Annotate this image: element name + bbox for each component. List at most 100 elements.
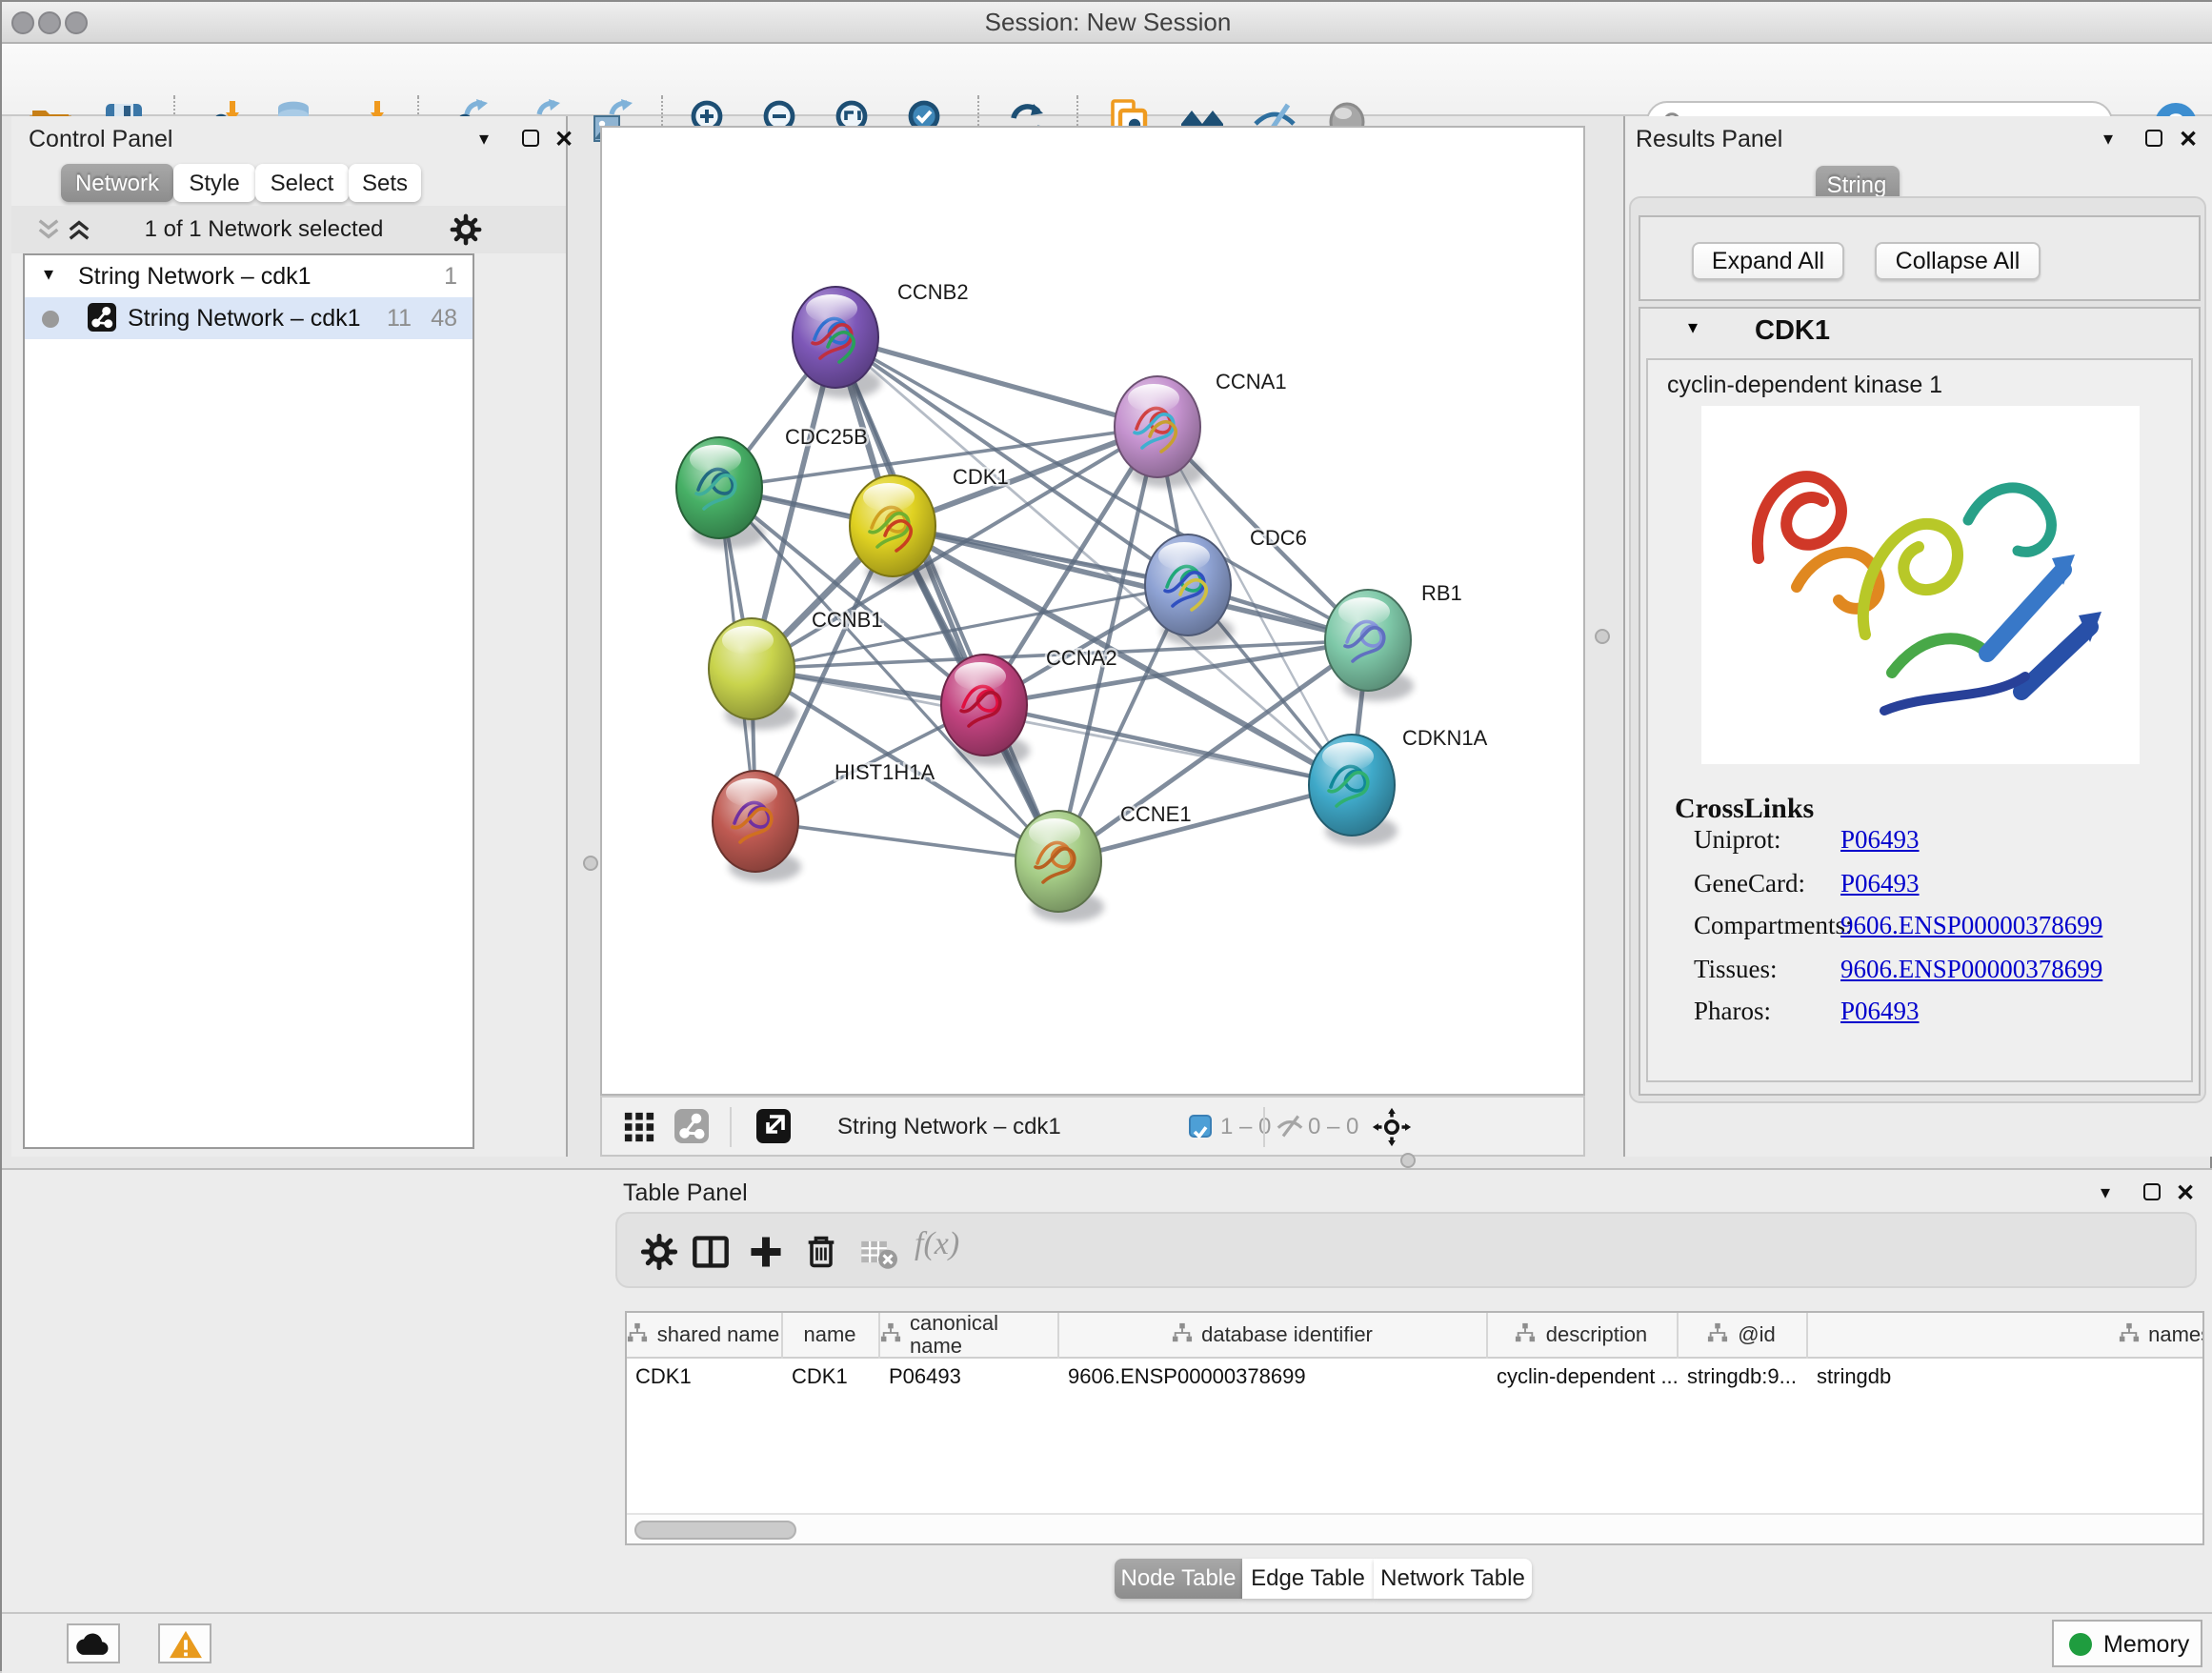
main-toolbar: ? [2, 44, 2212, 116]
table-cell[interactable]: 9606.ENSP00000378699 [1058, 1358, 1487, 1398]
panel-close-icon[interactable]: ✕ [2175, 126, 2202, 152]
column-header-canonical-name[interactable]: canonical name [879, 1312, 1058, 1358]
delete-column-icon[interactable] [802, 1232, 840, 1270]
table-options-gear-icon[interactable] [640, 1232, 678, 1270]
tree-expander-icon[interactable]: ▾ [44, 255, 53, 297]
crosslink-link[interactable]: P06493 [1840, 825, 1920, 854]
tab-edge-table[interactable]: Edge Table [1242, 1558, 1374, 1598]
panel-float-icon[interactable] [516, 128, 543, 154]
show-columns-icon[interactable] [692, 1232, 730, 1270]
node-CDK1[interactable]: CDK1 [849, 465, 1008, 587]
column-label: canonical name [910, 1312, 1056, 1358]
card-expander-icon[interactable]: ▾ [1688, 318, 1698, 339]
network-type-icon [88, 303, 116, 332]
edges-layer [718, 337, 1367, 861]
tab-style[interactable]: Style [173, 164, 255, 202]
cloud-button[interactable] [67, 1623, 120, 1663]
crosslink-link[interactable]: 9606.ENSP00000378699 [1840, 911, 2102, 939]
panel-close-icon[interactable]: ✕ [551, 126, 577, 152]
crosslink-link[interactable]: P06493 [1840, 997, 1920, 1025]
network-row[interactable]: String Network – cdk1 11 48 [25, 297, 473, 339]
open-in-window-icon[interactable] [755, 1109, 790, 1143]
crosslink-link[interactable]: 9606.ENSP00000378699 [1840, 954, 2102, 982]
edge[interactable] [835, 337, 1156, 427]
warnings-button[interactable] [158, 1623, 211, 1663]
table-cell[interactable]: CDK1 [782, 1358, 879, 1398]
crosslink-value: 9606.ENSP00000378699 [1840, 911, 2102, 941]
tab-network[interactable]: Network [61, 164, 173, 202]
table-cell[interactable]: cyclin-dependent ... [1487, 1358, 1678, 1398]
column-header-name[interactable]: name [782, 1312, 879, 1358]
memory-button[interactable]: Memory [2052, 1620, 2202, 1667]
left-splitter-handle[interactable] [583, 856, 598, 871]
table-row[interactable]: CDK1CDK1P064939606.ENSP00000378699cyclin… [626, 1358, 2203, 1398]
tab-sets[interactable]: Sets [349, 164, 421, 202]
scrollbar-thumb[interactable] [633, 1520, 795, 1539]
node-gloss [721, 626, 773, 655]
panel-menu-icon[interactable]: ▾ [2092, 1180, 2119, 1207]
memory-label: Memory [2103, 1630, 2189, 1657]
tab-node-table[interactable]: Node Table [1115, 1558, 1242, 1598]
column-header-namespace[interactable]: namespace [1807, 1312, 2203, 1358]
node-CCNA2[interactable]: CCNA2 [940, 646, 1116, 766]
right-splitter-handle[interactable] [1595, 629, 1610, 644]
collection-count: 1 [444, 255, 457, 297]
node-CCNA1[interactable]: CCNA1 [1114, 370, 1286, 488]
delete-table-icon[interactable] [859, 1232, 897, 1270]
tab-select[interactable]: Select [255, 164, 349, 202]
panel-float-icon[interactable] [2141, 128, 2167, 154]
node-gloss [1127, 384, 1178, 413]
title-bar: Session: New Session [2, 2, 2212, 44]
node-CDC6[interactable]: CDC6 [1144, 526, 1306, 646]
table-panel: Table Panel ▾ ✕ [2, 1167, 2212, 1612]
column-header-@id[interactable]: @id [1678, 1312, 1807, 1358]
node-CCNE1[interactable]: CCNE1 [1015, 802, 1191, 922]
selection-checkbox[interactable] [1188, 1114, 1211, 1137]
panel-menu-icon[interactable]: ▾ [471, 128, 497, 154]
node-HIST1H1A[interactable]: HIST1H1A [712, 760, 934, 882]
column-header-shared-name[interactable]: shared name [626, 1312, 782, 1358]
network-overview-icon[interactable] [674, 1109, 708, 1143]
crosslinks-heading: CrossLinks [1675, 795, 1814, 827]
table-cell[interactable]: stringdb:9... [1678, 1358, 1807, 1398]
crosslink-label: GeneCard: [1694, 868, 1805, 898]
column-label: namespace [2148, 1323, 2203, 1346]
panel-close-icon[interactable]: ✕ [2172, 1179, 2199, 1205]
crosslink-link[interactable]: P06493 [1840, 868, 1920, 897]
warning-icon [168, 1629, 204, 1660]
node-CDKN1A[interactable]: CDKN1A [1308, 726, 1487, 846]
table-horizontal-scrollbar[interactable] [626, 1512, 2202, 1542]
column-header-description[interactable]: description [1487, 1312, 1678, 1358]
node-CCNB2[interactable]: CCNB2 [792, 280, 968, 398]
tab-network-table[interactable]: Network Table [1374, 1558, 1532, 1598]
column-label: description [1546, 1323, 1647, 1346]
node-result-card: ▾ CDK1 cyclin-dependent kinase 1 [1639, 307, 2201, 1096]
network-canvas[interactable]: CCNB2CCNA1CDC25BCDK1CDC6RB1CCNB1CCNA2CDK… [599, 126, 1585, 1096]
birds-eye-view-icon[interactable] [622, 1111, 654, 1143]
fit-selected-crosshair-icon[interactable] [1371, 1107, 1411, 1147]
expand-all-button[interactable]: Expand All [1692, 242, 1844, 280]
collapse-all-tree-icon[interactable] [36, 217, 61, 242]
table-cell[interactable]: P06493 [879, 1358, 1058, 1398]
collapse-all-button[interactable]: Collapse All [1875, 242, 2041, 280]
network-collection-row[interactable]: ▾ String Network – cdk1 1 [25, 255, 473, 297]
panel-menu-icon[interactable]: ▾ [2095, 128, 2122, 154]
node-gloss [1321, 742, 1373, 771]
edge[interactable] [1057, 785, 1351, 861]
edge[interactable] [754, 821, 1057, 861]
node-card-header[interactable]: ▾ CDK1 [1640, 309, 2199, 358]
create-column-icon[interactable] [747, 1232, 785, 1270]
network-options-gear-icon[interactable] [450, 213, 482, 246]
node-label: CCNA1 [1215, 370, 1286, 393]
node-RB1[interactable]: RB1 [1324, 581, 1461, 701]
function-builder-icon[interactable]: f(x) [915, 1224, 959, 1262]
node-label: CCNE1 [1119, 802, 1191, 826]
footer-separator [729, 1107, 731, 1147]
crosslink-label: Pharos: [1694, 997, 1771, 1027]
results-panel: Results Panel ▾ ✕ String Expand All Coll… [1622, 116, 2212, 1156]
table-cell[interactable]: CDK1 [626, 1358, 782, 1398]
bottom-splitter-handle[interactable] [1400, 1153, 1416, 1168]
panel-float-icon[interactable] [2138, 1180, 2164, 1207]
column-header-database-identifier[interactable]: database identifier [1058, 1312, 1487, 1358]
table-cell[interactable]: stringdb [1807, 1358, 2203, 1398]
